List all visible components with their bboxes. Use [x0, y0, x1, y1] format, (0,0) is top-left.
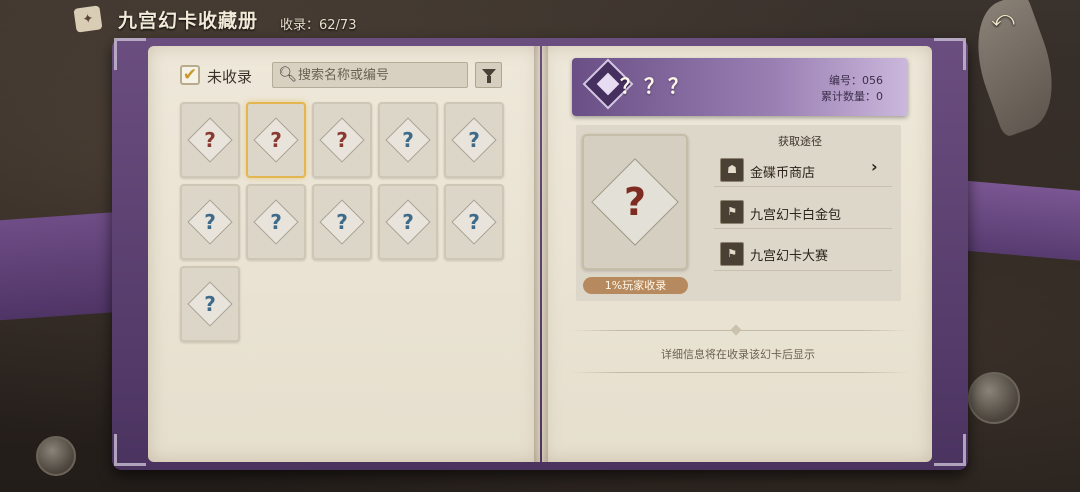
uncollected-label[interactable]: 未收录 — [207, 66, 252, 87]
unknown-card-icon: ? — [623, 180, 647, 224]
source-label-tournament: 九宫幻卡大赛 — [750, 249, 829, 264]
card-slot[interactable]: ? — [312, 102, 372, 178]
uncollected-checkbox[interactable]: ✔ — [180, 65, 200, 85]
corner-ornament — [114, 38, 146, 70]
locked-info-note: 详细信息将在收录该幻卡后显示 — [661, 348, 815, 361]
corner-ornament — [114, 434, 146, 466]
coin-decoration — [968, 372, 1020, 424]
unknown-card-icon: ? — [270, 128, 282, 152]
unknown-card-icon: ? — [336, 210, 348, 234]
card-slot[interactable]: ? — [378, 184, 438, 260]
back-button[interactable]: ⤺ — [988, 6, 1018, 34]
unknown-card-icon: ? — [468, 128, 480, 152]
card-slot[interactable]: ? — [246, 102, 306, 178]
tournament-icon: ⚑ — [720, 242, 744, 266]
acquisition-title: 获取途径 — [778, 135, 822, 148]
card-pack-icon: ⚑ — [720, 200, 744, 224]
back-arrow-icon: ⤺ — [991, 7, 1015, 32]
section-divider — [570, 372, 910, 373]
collection-count: 收录：62/73 — [280, 18, 357, 33]
collection-rate-badge: 1%玩家收录 — [583, 277, 688, 294]
book-spine — [534, 46, 548, 462]
card-slot[interactable]: ? — [312, 184, 372, 260]
card-total-count: 累计数量：0 — [821, 90, 883, 103]
unknown-card-icon: ? — [204, 128, 216, 152]
card-slot[interactable]: ? — [180, 184, 240, 260]
source-label-card-pack: 九宫幻卡白金包 — [750, 208, 842, 223]
page-title: 九宫幻卡收藏册 — [118, 10, 259, 32]
card-number: 编号：056 — [829, 74, 883, 87]
ribbon-right — [950, 179, 1080, 261]
unknown-card-icon: ? — [204, 292, 216, 316]
card-slot[interactable]: ? — [444, 184, 504, 260]
unknown-card-icon: ? — [402, 210, 414, 234]
corner-ornament — [934, 38, 966, 70]
corner-ornament — [934, 434, 966, 466]
unknown-card-icon: ? — [204, 210, 216, 234]
header-bar: ✦ 九宫幻卡收藏册 收录：62/73 ⤺ — [0, 0, 1080, 40]
unknown-card-icon: ? — [270, 210, 282, 234]
filter-icon — [482, 69, 496, 83]
collection-book-icon: ✦ — [73, 5, 103, 33]
card-preview: ? — [582, 134, 688, 270]
card-name: ？？？ — [620, 74, 692, 98]
unknown-card-icon: ? — [402, 128, 414, 152]
card-slot[interactable]: ? — [180, 102, 240, 178]
search-input[interactable] — [298, 64, 466, 86]
chevron-right-icon: › — [871, 157, 878, 176]
unknown-card-icon: ? — [336, 128, 348, 152]
card-slot[interactable]: ? — [246, 184, 306, 260]
source-label-shop: 金碟币商店 — [750, 166, 816, 181]
card-slot[interactable]: ? — [378, 102, 438, 178]
search-icon: 🔍︎ — [278, 65, 298, 83]
unknown-card-icon: ? — [468, 210, 480, 234]
card-slot[interactable]: ? — [444, 102, 504, 178]
card-slot[interactable]: ? — [180, 266, 240, 342]
shop-icon: ☗ — [720, 158, 744, 182]
coin-decoration — [36, 436, 76, 476]
